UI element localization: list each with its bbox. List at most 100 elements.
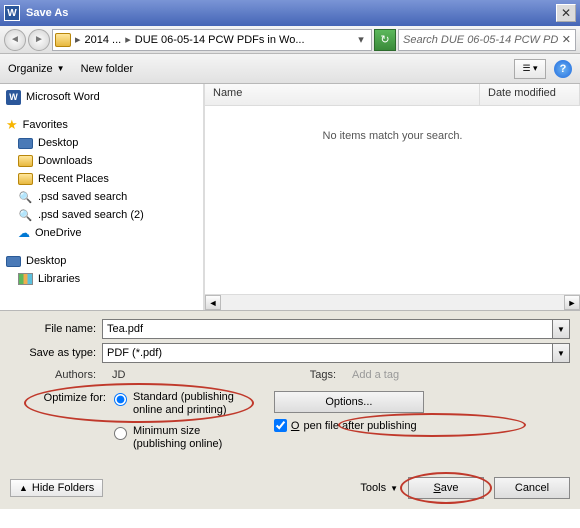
desktop-icon: [18, 138, 33, 149]
help-button[interactable]: ?: [554, 60, 572, 78]
breadcrumb-dropdown[interactable]: ▾: [353, 33, 369, 46]
search-icon: 🔍: [18, 208, 33, 223]
search-icon: 🔍: [18, 190, 33, 205]
view-options-button[interactable]: ☰ ▾: [514, 59, 546, 79]
cancel-button[interactable]: Cancel: [494, 477, 570, 499]
tree-item-label: Desktop: [26, 255, 66, 267]
radio-minimum-input[interactable]: [114, 427, 127, 440]
tree-item[interactable]: ☁ OneDrive: [0, 224, 203, 242]
savetype-dropdown[interactable]: ▼: [553, 343, 570, 363]
hide-folders-button[interactable]: ▲ Hide Folders: [10, 479, 103, 497]
radio-minimum[interactable]: Minimum size (publishing online): [114, 425, 234, 451]
open-after-checkbox[interactable]: Open file after publishing: [274, 419, 417, 432]
chevron-up-icon: ▲: [19, 483, 28, 493]
close-search-icon[interactable]: ✕: [562, 33, 571, 46]
tools-label: Tools: [360, 482, 386, 494]
chevron-down-icon: ▼: [57, 64, 65, 73]
star-icon: ★: [6, 117, 18, 133]
tree-item[interactable]: WMicrosoft Word: [0, 88, 203, 106]
form-area: File name: ▼ Save as type: PDF (*.pdf) ▼…: [0, 310, 580, 471]
file-list-header: Name Date modified: [205, 84, 580, 106]
hide-folders-label: Hide Folders: [32, 482, 94, 494]
tree-item[interactable]: Desktop: [0, 134, 203, 152]
save-label: ave: [441, 482, 459, 494]
organize-menu[interactable]: Organize ▼: [8, 63, 65, 75]
tree-item-label: Desktop: [38, 137, 78, 149]
column-header-date[interactable]: Date modified: [480, 84, 580, 105]
open-after-input[interactable]: [274, 419, 287, 432]
search-box[interactable]: ✕: [398, 29, 576, 51]
radio-standard-input[interactable]: [114, 393, 127, 406]
optimize-label: Optimize for:: [34, 391, 106, 451]
folder-icon: [18, 173, 33, 185]
search-input[interactable]: [403, 34, 558, 46]
tree-item[interactable]: 🔍 .psd saved search: [0, 188, 203, 206]
authors-label: Authors:: [10, 369, 102, 381]
tree-item-label: Microsoft Word: [26, 91, 100, 103]
file-list-body: No items match your search.: [205, 106, 580, 294]
horizontal-scrollbar[interactable]: ◄ ►: [205, 294, 580, 310]
breadcrumb[interactable]: ▸ 2014 ... ▸ DUE 06-05-14 PCW PDFs in Wo…: [52, 29, 372, 51]
window-title: Save As: [26, 7, 556, 19]
folder-icon: [55, 33, 71, 47]
toolbar: Organize ▼ New folder ☰ ▾ ?: [0, 54, 580, 84]
breadcrumb-segment[interactable]: DUE 06-05-14 PCW PDFs in Wo...: [135, 34, 305, 46]
open-after-label-u: O: [291, 420, 300, 432]
filename-input[interactable]: [102, 319, 553, 339]
forward-button[interactable]: ►: [28, 29, 50, 51]
tree-item-label: Downloads: [38, 155, 92, 167]
desktop-icon: [6, 256, 21, 267]
libraries-icon: [18, 273, 33, 285]
empty-message: No items match your search.: [323, 130, 463, 142]
chevron-down-icon: ▼: [390, 484, 398, 493]
tree-item[interactable]: 🔍 .psd saved search (2): [0, 206, 203, 224]
navigation-bar: ◄ ► ▸ 2014 ... ▸ DUE 06-05-14 PCW PDFs i…: [0, 26, 580, 54]
body-area: WMicrosoft Word ★ Favorites Desktop Download…: [0, 84, 580, 310]
radio-standard[interactable]: Standard (publishing online and printing…: [114, 391, 234, 417]
chevron-right-icon: ▸: [75, 33, 81, 46]
savetype-select[interactable]: PDF (*.pdf): [102, 343, 553, 363]
new-folder-button[interactable]: New folder: [81, 63, 134, 75]
filename-dropdown[interactable]: ▼: [553, 319, 570, 339]
tools-menu[interactable]: Tools ▼: [360, 482, 398, 494]
tree-item-label: .psd saved search (2): [38, 209, 144, 221]
tree-item[interactable]: Libraries: [0, 270, 203, 288]
tree-item[interactable]: Recent Places: [0, 170, 203, 188]
radio-minimum-line2: (publishing online): [133, 438, 222, 450]
tree-item-label: Libraries: [38, 273, 80, 285]
save-button[interactable]: Save: [408, 477, 484, 499]
tags-label: Tags:: [302, 369, 342, 381]
options-button[interactable]: Options...: [274, 391, 424, 413]
organize-label: Organize: [8, 63, 53, 75]
word-app-icon: W: [4, 5, 20, 21]
tree-item-label: Favorites: [23, 119, 68, 131]
authors-value[interactable]: JD: [112, 369, 292, 381]
tree-item[interactable]: Downloads: [0, 152, 203, 170]
tree-item-label: OneDrive: [35, 227, 81, 239]
close-button[interactable]: ✕: [556, 4, 576, 22]
column-header-name[interactable]: Name: [205, 84, 480, 105]
folder-icon: [18, 155, 33, 167]
savetype-label: Save as type:: [10, 347, 102, 359]
chevron-right-icon: ▸: [125, 33, 131, 46]
tree-item-label: .psd saved search: [38, 191, 127, 203]
footer: ▲ Hide Folders Tools ▼ Save Cancel: [0, 471, 580, 509]
tree-item[interactable]: ★ Favorites: [0, 116, 203, 134]
tree-item-label: Recent Places: [38, 173, 109, 185]
scroll-left-arrow[interactable]: ◄: [205, 295, 221, 310]
tree-item[interactable]: Desktop: [0, 252, 203, 270]
radio-standard-line1: Standard (publishing: [133, 391, 234, 403]
scroll-right-arrow[interactable]: ►: [564, 295, 580, 310]
filename-label: File name:: [10, 323, 102, 335]
tags-input[interactable]: Add a tag: [352, 369, 399, 381]
title-bar: W Save As ✕: [0, 0, 580, 26]
radio-standard-line2: online and printing): [133, 404, 227, 416]
navigation-tree[interactable]: WMicrosoft Word ★ Favorites Desktop Download…: [0, 84, 204, 310]
file-list: Name Date modified No items match your s…: [204, 84, 580, 310]
cloud-icon: ☁: [18, 226, 30, 240]
open-after-label: pen file after publishing: [303, 420, 416, 432]
back-button[interactable]: ◄: [4, 29, 26, 51]
refresh-button[interactable]: ↻: [374, 29, 396, 51]
radio-minimum-line1: Minimum size: [133, 425, 200, 437]
breadcrumb-segment[interactable]: 2014 ...: [85, 34, 122, 46]
